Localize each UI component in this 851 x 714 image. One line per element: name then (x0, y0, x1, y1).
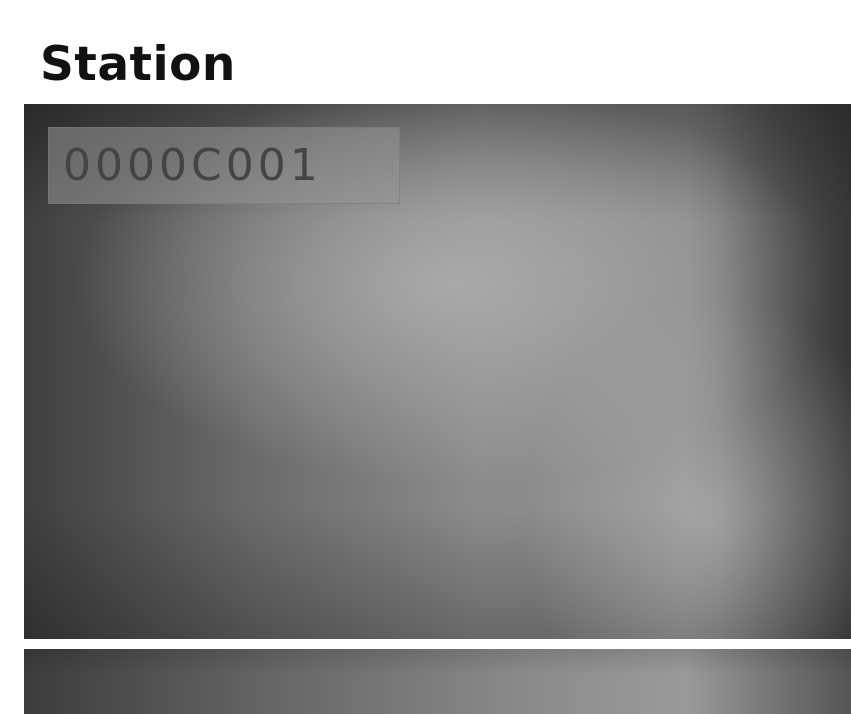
station-id-field: 0000C001 (48, 127, 400, 204)
divider (24, 639, 851, 649)
station-display-screen: 0000C001 (24, 104, 851, 639)
page-title: Station (40, 37, 236, 92)
lower-display-panel (24, 649, 851, 714)
station-id-value: 0000C001 (63, 139, 322, 191)
